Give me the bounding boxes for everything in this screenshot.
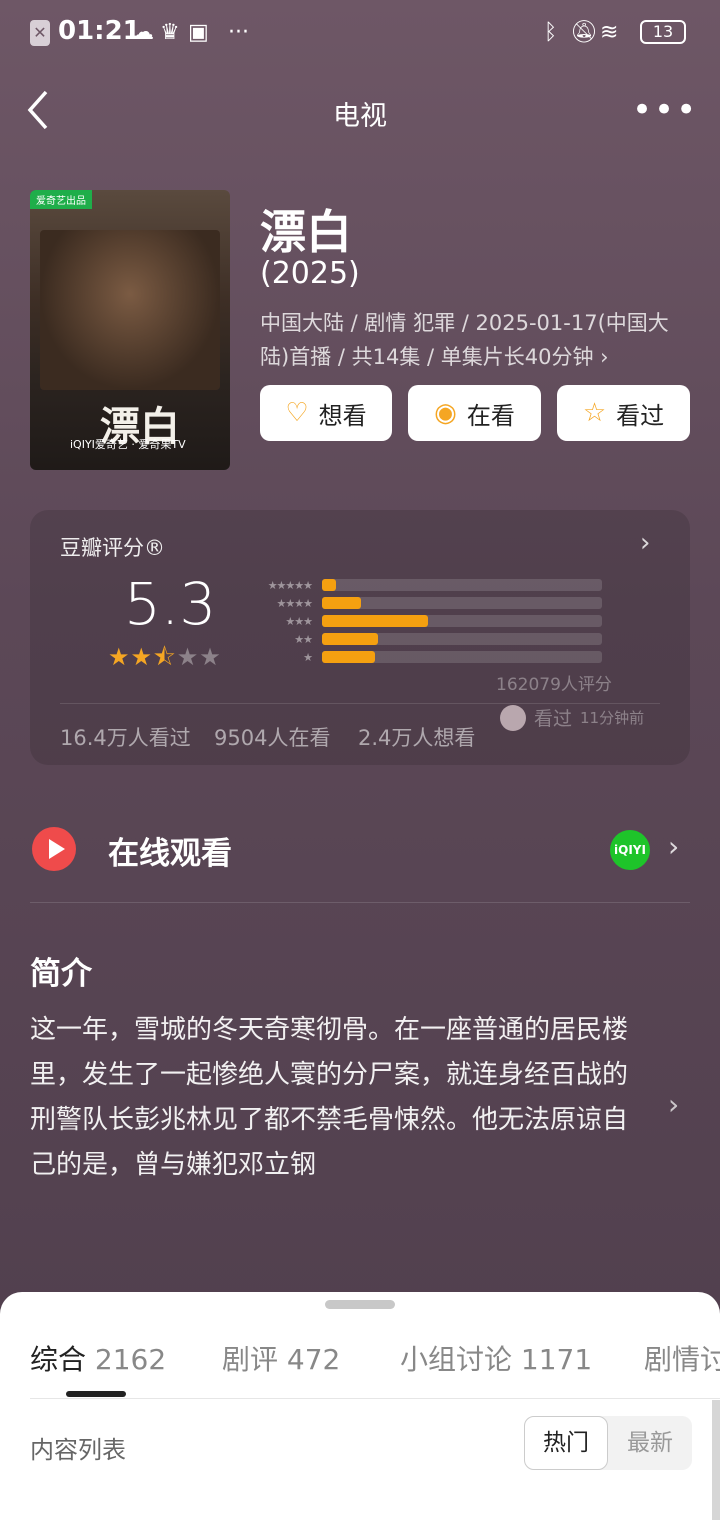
rating-bar-track	[322, 651, 602, 663]
bottom-sheet[interactable]: 综合 2162 剧评 472 小组讨论 1171 剧情讨 内容列表 热门 最新	[0, 1292, 720, 1520]
watched-count: 16.4万人看过	[60, 726, 191, 750]
tab-group-discussion[interactable]: 小组讨论 1171	[400, 1338, 592, 1378]
star-full-icon: ★	[130, 643, 154, 671]
intro-heading: 简介	[30, 956, 92, 992]
star-level-icon: ★★★	[285, 614, 313, 628]
sort-new-button[interactable]: 最新	[608, 1416, 692, 1470]
watching-count: 9504人在看	[214, 726, 331, 750]
rating-bar-track	[322, 633, 602, 645]
crown-icon: ♛	[160, 20, 180, 45]
recent-action: 看过	[534, 708, 573, 730]
sim-icon: ✕	[30, 20, 50, 46]
tab-label: 小组讨论	[400, 1343, 513, 1376]
rating-bar-fill	[322, 651, 376, 663]
rating-count: 162079人评分	[496, 675, 612, 695]
tab-label: 剧情讨	[644, 1343, 720, 1376]
poster-image[interactable]: 爱奇艺出品 漂白 iQIYI爱奇艺 · 爱奇果TV	[30, 190, 230, 470]
battery-icon: 13	[640, 20, 686, 44]
rating-bar-row: ★	[252, 648, 622, 666]
tab-label: 综合	[30, 1343, 87, 1376]
star-empty-icon: ★	[199, 643, 222, 671]
star-half-icon: ⯪	[153, 643, 177, 671]
rating-bar-row: ★★★★	[252, 594, 622, 612]
sort-hot-button[interactable]: 热门	[524, 1416, 608, 1470]
rating-bar-row: ★★★	[252, 612, 622, 630]
star-level-icon: ★★★★★	[267, 578, 313, 592]
poster-logos: iQIYI爱奇艺 · 爱奇果TV	[70, 438, 186, 451]
rating-card[interactable]: 豆瓣评分® › 5.3 ★★⯪★★ ★★★★★ ★★★★ ★★★ ★★ ★ 162079…	[30, 510, 690, 765]
rating-bar-fill	[322, 633, 378, 645]
status-time: 01:21	[58, 16, 141, 46]
rating-score: 5.3	[124, 570, 217, 638]
online-watch-label[interactable]: 在线观看	[108, 828, 232, 873]
recent-activity: 看过 11分钟前	[500, 704, 644, 731]
watching-label: 在看	[466, 401, 515, 430]
scrollbar[interactable]	[712, 1400, 720, 1520]
iqiyi-logo-icon[interactable]: iQIYI	[610, 830, 650, 870]
star-level-icon: ★	[303, 650, 313, 664]
watched-button[interactable]: ☆ 看过	[557, 385, 690, 441]
tab-overview[interactable]: 综合 2162	[30, 1338, 166, 1378]
sort-toggle[interactable]: 热门 最新	[524, 1416, 692, 1470]
chevron-right-icon[interactable]: ›	[668, 830, 679, 863]
bus-icon: ▣	[188, 20, 209, 45]
watched-label: 看过	[616, 401, 665, 430]
recent-time: 11分钟前	[580, 709, 645, 727]
star-empty-icon: ★	[176, 643, 200, 671]
star-full-icon: ★	[108, 643, 131, 671]
tab-label: 剧评	[222, 1343, 279, 1376]
show-title: 漂白	[260, 205, 352, 259]
bell-off-icon: 🔕︎	[570, 20, 598, 45]
show-meta[interactable]: 中国大陆 / 剧情 犯罪 / 2025-01-17(中国大陆)首播 / 共14集…	[260, 306, 690, 374]
rating-bar-track	[322, 579, 602, 591]
more-options-icon[interactable]: •••	[632, 90, 698, 130]
cloud-icon: ☁	[132, 20, 154, 45]
poster-scene	[40, 230, 220, 390]
intro-text[interactable]: 这一年，雪城的冬天奇寒彻骨。在一座普通的居民楼里，发生了一起惨绝人寰的分尸案，就…	[30, 1008, 640, 1188]
avatar	[500, 704, 526, 731]
more-dots-icon: ···	[228, 20, 249, 45]
chevron-right-icon[interactable]: ›	[640, 528, 650, 558]
star-level-icon: ★★★★	[276, 596, 313, 610]
status-bar: ✕ 01:21 ☁ ♛ ▣ ··· ᛒ 🔕︎ ≋ 13	[0, 0, 720, 66]
play-icon[interactable]	[32, 827, 76, 871]
divider	[30, 902, 690, 903]
page-title: 电视	[333, 101, 387, 132]
rating-bar-row: ★★	[252, 630, 622, 648]
star-icon: ☆	[582, 398, 607, 428]
tab-indicator	[66, 1391, 126, 1397]
divider	[30, 1398, 720, 1399]
rating-bar-row: ★★★★★	[252, 576, 622, 594]
rating-bar-track	[322, 615, 602, 627]
content-list-label: 内容列表	[30, 1436, 126, 1464]
want-button[interactable]: ♡ 想看	[260, 385, 392, 441]
tab-reviews[interactable]: 剧评 472	[222, 1338, 340, 1378]
heart-plus-icon: ♡	[285, 398, 309, 428]
poster-tag: 爱奇艺出品	[30, 190, 92, 209]
rating-bar-fill	[322, 597, 362, 609]
rating-stars: ★★⯪★★	[108, 640, 222, 681]
tab-count: 1171	[520, 1343, 593, 1376]
chevron-right-icon[interactable]: ›	[668, 1088, 679, 1121]
star-level-icon: ★★	[294, 632, 313, 646]
rating-bar-track	[322, 597, 602, 609]
rating-label: 豆瓣评分®	[60, 536, 165, 560]
rating-bar-fill	[322, 579, 336, 591]
tab-count: 2162	[94, 1343, 167, 1376]
tab-count: 472	[286, 1343, 341, 1376]
tab-plot-discussion[interactable]: 剧情讨	[644, 1338, 720, 1378]
rating-bar-fill	[322, 615, 429, 627]
bluetooth-icon: ᛒ	[544, 20, 558, 45]
drag-handle[interactable]	[325, 1300, 395, 1309]
want-label: 想看	[318, 401, 367, 430]
wifi-icon: ≋	[600, 20, 619, 45]
wanted-count: 2.4万人想看	[358, 726, 476, 750]
watching-button[interactable]: ◉ 在看	[408, 385, 541, 441]
rating-distribution: ★★★★★ ★★★★ ★★★ ★★ ★	[252, 576, 622, 666]
show-year: (2025)	[260, 256, 360, 291]
target-icon: ◉	[434, 398, 457, 428]
